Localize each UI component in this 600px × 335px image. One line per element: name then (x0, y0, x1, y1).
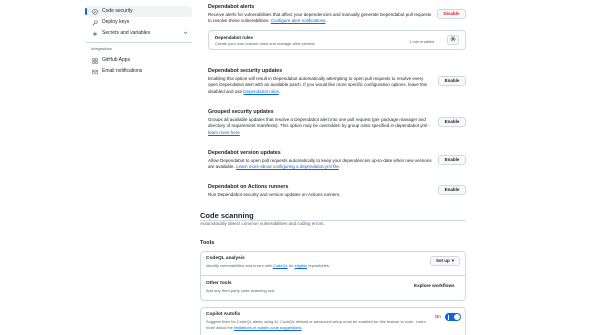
dependabot-version-updates-title: Dependabot version updates (208, 150, 281, 156)
sidebar-item-label: Secrets and variables (102, 30, 151, 37)
dependabot-rules-link[interactable]: Dependabot rules (243, 89, 279, 94)
asterisk-icon (90, 31, 100, 37)
caret-down-icon: ▾ (451, 257, 455, 263)
dependabot-rules-box: Dependabot rules Create your own custom … (208, 30, 466, 50)
enable-actions-runners-button[interactable]: Enable (438, 185, 466, 195)
sidebar-item-deploy-keys[interactable]: Deploy keys (86, 17, 192, 28)
codeql-link[interactable]: CodeQL (273, 263, 288, 268)
main-content: Dependabot alerts Receive alerts for vul… (200, 0, 470, 335)
setup-label: Set up (435, 257, 450, 263)
eligible-link[interactable]: eligible (295, 263, 307, 268)
sidebar-item-label: Email notifications (102, 68, 143, 75)
period: . (301, 324, 303, 330)
period: . (278, 88, 281, 94)
autofix-toggle-state: On (435, 314, 441, 319)
toggle-on-mark (448, 314, 449, 320)
tools-heading: Tools (200, 240, 215, 246)
codeql-desc-pre: Identify vulnerabilities and errors with (206, 263, 272, 268)
dependabot-alerts-desc: Receive alerts for vulnerabilities that … (208, 12, 433, 25)
mail-icon (90, 69, 100, 75)
codeql-desc-mid: for (288, 263, 294, 268)
dependabot-actions-runners-title: Dependabot on Actions runners (208, 184, 289, 190)
enable-grouped-updates-button[interactable]: Enable (438, 117, 466, 127)
sidebar-item-code-security[interactable]: Code security (85, 6, 192, 17)
dependabot-alerts-title: Dependabot alerts (208, 4, 255, 10)
enable-security-updates-button[interactable]: Enable (438, 76, 466, 86)
other-tools-title: Other tools (206, 281, 232, 286)
codeql-analysis-title: CodeQL analysis (206, 256, 245, 261)
settings-sidebar: Code security Deploy keys Secrets and va… (85, 0, 192, 335)
tools-row-divider (201, 275, 465, 276)
codeql-analysis-desc: Identify vulnerabilities and errors with… (206, 263, 406, 268)
copilot-autofix-box: Copilot Autofix Suggest fixes for CodeQL… (200, 307, 466, 335)
code-scanning-tools-box: CodeQL analysis Identify vulnerabilities… (200, 251, 466, 301)
key-icon (90, 19, 100, 26)
toggle-knob (454, 314, 460, 320)
apps-icon (90, 57, 100, 64)
enable-version-updates-button[interactable]: Enable (438, 155, 466, 165)
dependabot-rules-desc: Create your own custom rules and manage … (215, 41, 316, 46)
code-scanning-desc: Automatically detect common vulnerabilit… (200, 221, 325, 226)
rules-enabled-count: 1 rule enabled (409, 39, 435, 44)
dependabot-actions-runners-desc: Run Dependabot security and version upda… (208, 192, 341, 197)
dependabot-security-updates-desc: Enabling this option will result in Depe… (208, 76, 433, 95)
period: . (338, 164, 341, 170)
dependabot-rules-settings-button[interactable] (447, 35, 459, 45)
dependabot-version-updates-desc: Allow Dependabot to open pull requests a… (208, 158, 433, 171)
configure-alert-notifications-link[interactable]: Configure alert notifications (271, 18, 326, 23)
period: . (325, 18, 327, 24)
gear-icon (450, 36, 456, 44)
sidebar-item-label: Code security (102, 8, 133, 15)
disable-dependabot-alerts-button[interactable]: Disable (437, 9, 466, 19)
grouped-updates-desc-text: Groups all available updates that resolv… (208, 117, 431, 129)
learn-more-here-link[interactable]: learn more here (208, 130, 240, 135)
shield-check-icon (90, 8, 100, 15)
copilot-autofix-title: Copilot Autofix (206, 312, 241, 317)
security-updates-desc-text: Enabling this option will result in Depe… (208, 76, 428, 94)
other-tools-desc: Add any third-party code scanning tool. (206, 288, 276, 293)
configure-dependabot-yml-link[interactable]: Learn more about configuring a dependabo… (236, 164, 339, 169)
explore-workflows-button[interactable]: Explore workflows (414, 283, 455, 289)
chevron-down-icon[interactable] (183, 30, 188, 38)
dependabot-security-updates-title: Dependabot security updates (208, 68, 283, 74)
copilot-autofix-desc: Suggest fixes for CodeQL alerts using AI… (206, 319, 428, 330)
sidebar-item-label: Deploy keys (102, 19, 130, 26)
sidebar-item-github-apps[interactable]: GitHub Apps (86, 55, 192, 66)
codeql-setup-button[interactable]: Set up ▾ (430, 256, 460, 266)
sidebar-item-secrets-variables[interactable]: Secrets and variables (86, 28, 192, 39)
autofix-limitations-link[interactable]: limitations of autofix code suggestions (234, 325, 301, 330)
sidebar-item-email-notifications[interactable]: Email notifications (86, 66, 192, 77)
grouped-security-updates-desc: Groups all available updates that resolv… (208, 117, 433, 136)
sidebar-group-integrations: Integrations (91, 46, 112, 51)
grouped-security-updates-title: Grouped security updates (208, 109, 274, 115)
sidebar-item-label: GitHub Apps (102, 57, 131, 64)
sidebar-divider (86, 42, 192, 43)
codeql-desc-post: repositories. (308, 263, 330, 268)
copilot-autofix-toggle[interactable] (445, 313, 461, 321)
